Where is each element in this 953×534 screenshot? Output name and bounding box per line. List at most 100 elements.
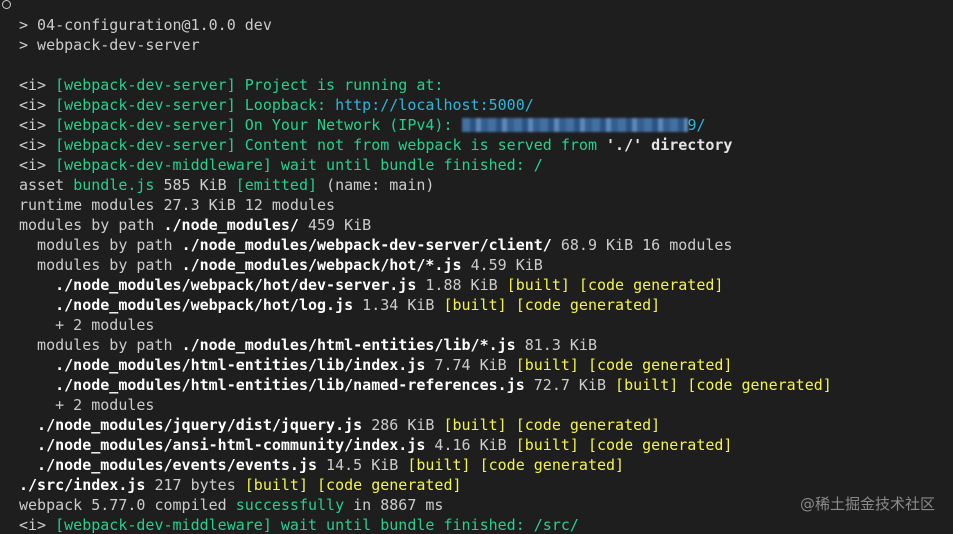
log-message: wait until bundle finished: / (280, 156, 543, 174)
wds-tag: [webpack-dev-server] (55, 136, 236, 154)
module-line-events: ./node_modules/events/events.js 14.5 KiB… (19, 455, 953, 475)
log-line-wait-bundle: <i> [webpack-dev-middleware] wait until … (19, 155, 953, 175)
module-file-path: ./node_modules/html-entities/lib/named-r… (19, 376, 525, 394)
module-file-path: ./node_modules/events/events.js (19, 456, 318, 474)
circle-icon (2, 0, 11, 9)
modules-by-path-hot: modules by path ./node_modules/webpack/h… (19, 255, 953, 275)
module-size: 286 KiB (371, 416, 435, 434)
asset-name: (name: main) (326, 176, 435, 194)
served-path: './' (606, 136, 643, 154)
module-file-path: ./node_modules/ansi-html-community/index… (19, 436, 426, 454)
module-size: 14.5 KiB (326, 456, 399, 474)
modules-by-path-label: modules by path (19, 336, 173, 354)
code-generated-flag: [code generated] (587, 436, 733, 454)
network-url-tail[interactable]: 9/ (688, 116, 706, 134)
cmd-line-2: > webpack-dev-server (19, 36, 200, 54)
code-generated-flag: [code generated] (687, 376, 832, 394)
log-message: wait until bundle finished: /src/ (280, 516, 579, 534)
log-message: Project is running at: (244, 76, 444, 94)
log-line-content-served: <i> [webpack-dev-server] Content not fro… (19, 135, 953, 155)
wds-tag: [webpack-dev-server] (55, 116, 236, 134)
asset-file: bundle.js (73, 176, 155, 194)
module-path: ./node_modules/webpack/hot/*.js (181, 256, 462, 274)
code-generated-flag: [code generated] (479, 456, 625, 474)
wds-tag: [webpack-dev-server] (55, 96, 236, 114)
served-directory-word: directory (651, 136, 733, 154)
asset-emitted-flag: [emitted] (235, 176, 318, 194)
module-line-dev-server: ./node_modules/webpack/hot/dev-server.js… (19, 275, 953, 295)
code-generated-flag: [code generated] (515, 416, 661, 434)
log-prefix: <i> (19, 156, 47, 174)
module-path: ./node_modules/ (163, 216, 299, 234)
module-line-he-index: ./node_modules/html-entities/lib/index.j… (19, 355, 953, 375)
module-size: 4.59 KiB (470, 256, 543, 274)
log-prefix: <i> (19, 516, 47, 534)
code-generated-flag: [code generated] (587, 356, 733, 374)
wdm-tag: [webpack-dev-middleware] (55, 516, 272, 534)
terminal-panel[interactable]: > 04-configuration@1.0.0 dev > webpack-d… (0, 0, 953, 534)
loopback-url-link[interactable]: http://localhost:5000/ (335, 96, 534, 114)
module-size: 217 bytes (154, 476, 236, 494)
module-size: 1.34 KiB (362, 296, 435, 314)
module-line-ansi-html: ./node_modules/ansi-html-community/index… (19, 435, 953, 455)
wds-tag: [webpack-dev-server] (55, 76, 236, 94)
modules-by-path-label: modules by path (19, 236, 173, 254)
log-line-network: <i> [webpack-dev-server] On Your Network… (19, 115, 953, 135)
runtime-line: runtime modules 27.3 KiB 12 modules (19, 196, 336, 214)
log-line-loopback: <i> [webpack-dev-server] Loopback: http:… (19, 95, 953, 115)
module-path: ./node_modules/html-entities/lib/*.js (181, 336, 516, 354)
compiled-time: in 8867 ms (353, 496, 444, 514)
cmd-line-1: > 04-configuration@1.0.0 dev (19, 16, 272, 34)
asset-line: asset bundle.js 585 KiB [emitted] (name:… (19, 175, 953, 195)
module-size: 7.74 KiB (434, 356, 507, 374)
loopback-label: Loopback: (244, 96, 336, 114)
module-file-path: ./node_modules/jquery/dist/jquery.js (19, 416, 363, 434)
wdm-tag: [webpack-dev-middleware] (55, 156, 272, 174)
module-path: ./node_modules/webpack-dev-server/client… (181, 236, 552, 254)
log-line-wait-bundle-src: <i> [webpack-dev-middleware] wait until … (19, 515, 953, 534)
modules-by-path-client: modules by path ./node_modules/webpack-d… (19, 235, 953, 255)
module-file-path: ./src/index.js (19, 476, 146, 494)
compiled-success: successfully (235, 496, 345, 514)
log-prefix: <i> (19, 96, 47, 114)
log-prefix: <i> (19, 116, 47, 134)
asset-size: 585 KiB (163, 176, 227, 194)
terminal-output: > 04-configuration@1.0.0 dev > webpack-d… (19, 15, 953, 534)
module-size: 459 KiB (308, 216, 372, 234)
module-file-path: ./node_modules/webpack/hot/dev-server.js (19, 276, 417, 294)
module-size: 1.88 KiB (425, 276, 498, 294)
module-size: 4.16 KiB (434, 436, 507, 454)
code-generated-flag: [code generated] (578, 276, 724, 294)
module-file-path: ./node_modules/html-entities/lib/index.j… (19, 356, 426, 374)
modules-by-path-label: modules by path (19, 216, 155, 234)
redacted-ip (461, 118, 688, 132)
watermark: @稀土掘金技术社区 (799, 495, 935, 513)
module-size: 81.3 KiB (524, 336, 597, 354)
log-prefix: <i> (19, 76, 47, 94)
plus-modules-line: + 2 modules (19, 396, 155, 414)
module-line-src-index: ./src/index.js 217 bytes [built] [code g… (19, 475, 953, 495)
module-line-jquery: ./node_modules/jquery/dist/jquery.js 286… (19, 415, 953, 435)
module-line-log: ./node_modules/webpack/hot/log.js 1.34 K… (19, 295, 953, 315)
module-size: 72.7 KiB (533, 376, 607, 394)
module-line-he-named-refs: ./node_modules/html-entities/lib/named-r… (19, 375, 953, 395)
log-prefix: <i> (19, 136, 47, 154)
modules-by-path-html-entities: modules by path ./node_modules/html-enti… (19, 335, 953, 355)
code-generated-flag: [code generated] (515, 296, 661, 314)
compiled-prefix: webpack 5.77.0 compiled (19, 496, 227, 514)
built-flag: [built] (515, 436, 579, 454)
built-flag: [built] (443, 296, 507, 314)
built-flag: [built] (443, 416, 507, 434)
modules-by-path-node-modules: modules by path ./node_modules/ 459 KiB (19, 215, 953, 235)
built-flag: [built] (244, 476, 308, 494)
log-line-project-running: <i> [webpack-dev-server] Project is runn… (19, 75, 953, 95)
built-flag: [built] (615, 376, 679, 394)
built-flag: [built] (407, 456, 471, 474)
module-size: 68.9 KiB 16 modules (560, 236, 733, 254)
built-flag: [built] (515, 356, 579, 374)
code-generated-flag: [code generated] (317, 476, 462, 494)
built-flag: [built] (506, 276, 570, 294)
log-message: Content not from webpack is served from (244, 136, 597, 154)
modules-by-path-label: modules by path (19, 256, 173, 274)
